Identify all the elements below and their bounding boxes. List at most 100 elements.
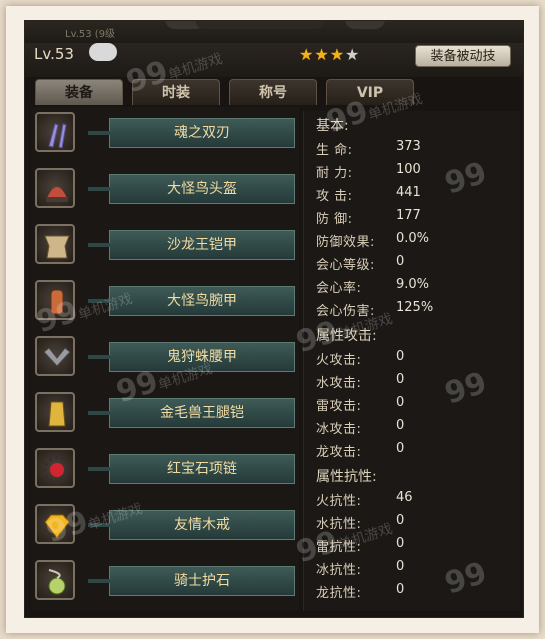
equipment-name[interactable]: 红宝石项链: [88, 454, 295, 484]
stats-panel: 基本: 生 命: 373 耐 力: 100 攻 击: 441 防 御: 177 防御效果: 0.0%…: [303, 111, 520, 611]
stat-value: 0: [396, 349, 405, 364]
stat-row: 雷攻击: 0: [316, 395, 516, 415]
stat-row: 火抗性: 46: [316, 490, 516, 510]
stat-value: 0: [396, 372, 405, 387]
section-title: 属性抗性:: [316, 469, 377, 485]
stat-label: 防御效果:: [316, 235, 375, 250]
stat-value: 100: [396, 162, 421, 177]
equipment-name[interactable]: 魂之双刃: [88, 118, 295, 148]
stat-row: 会心伤害: 125%: [316, 300, 516, 320]
stat-value: 0: [396, 582, 405, 597]
equipment-name[interactable]: 沙龙王铠甲: [88, 230, 295, 260]
equipment-name[interactable]: 金毛兽王腿铠: [88, 398, 295, 428]
section-title: 属性攻击:: [316, 328, 377, 344]
stat-row: 火攻击: 0: [316, 349, 516, 369]
ring-icon[interactable]: [35, 504, 75, 544]
stat-row: 龙抗性: 0: [316, 582, 516, 602]
stat-label: 防 御:: [316, 212, 353, 227]
stat-label: 龙攻击:: [316, 445, 362, 460]
leg-armor-icon[interactable]: [35, 392, 75, 432]
equipment-slot[interactable]: 鬼狩蛛腰甲: [31, 333, 299, 383]
stat-label: 攻 击:: [316, 189, 353, 204]
stat-value: 0: [396, 395, 405, 410]
section-title: 基本:: [316, 118, 349, 134]
equipment-slot[interactable]: 友情木戒: [31, 501, 299, 551]
stat-label: 生 命:: [316, 143, 353, 158]
equipment-list: 魂之双刃大怪鸟头盔沙龙王铠甲大怪鸟腕甲鬼狩蛛腰甲金毛兽王腿铠 红宝石项链友情木戒骑…: [31, 107, 299, 611]
tab-bar: 装备 时装 称号 VIP: [25, 79, 523, 107]
stat-value: 177: [396, 208, 421, 223]
stat-row: 耐 力: 100: [316, 162, 516, 182]
stat-row: 冰攻击: 0: [316, 418, 516, 438]
equipment-slot[interactable]: 红宝石项链: [31, 445, 299, 495]
player-level: Lv.53: [34, 45, 74, 63]
stat-label: 火抗性:: [316, 494, 362, 509]
equipment-slot[interactable]: 骑士护石: [31, 557, 299, 607]
stat-value: 0: [396, 441, 405, 456]
equipment-passive-button[interactable]: 装备被动技: [415, 45, 511, 67]
star-filled-icon: ★: [329, 45, 346, 64]
equipment-name[interactable]: 骑士护石: [88, 566, 295, 596]
star-filled-icon: ★: [299, 45, 315, 64]
stat-row: 生 命: 373: [316, 139, 516, 159]
tab-1[interactable]: 时装: [132, 79, 220, 105]
stat-label: 龙抗性:: [316, 586, 362, 601]
game-window: Lv.53 (9级 Lv.53 ★★★★ 装备被动技 装备 时装 称号 VIP 魂之双…: [24, 20, 524, 618]
stat-row: 攻 击: 441: [316, 185, 516, 205]
equipment-slot[interactable]: 魂之双刃: [31, 109, 299, 159]
stat-value: 9.0%: [396, 277, 430, 292]
stat-label: 水攻击:: [316, 376, 362, 391]
equipment-name[interactable]: 友情木戒: [88, 510, 295, 540]
stat-row: 龙攻击: 0: [316, 441, 516, 461]
stat-label: 雷抗性:: [316, 540, 362, 555]
stat-value: 373: [396, 139, 421, 154]
stat-label: 冰攻击:: [316, 422, 362, 437]
stat-value: 0.0%: [396, 231, 430, 246]
stat-row: 水抗性: 0: [316, 513, 516, 533]
stat-value: 441: [396, 185, 421, 200]
twin-blades-icon[interactable]: [35, 112, 75, 152]
stat-label: 会心率:: [316, 281, 362, 296]
equipment-slot[interactable]: 大怪鸟头盔: [31, 165, 299, 215]
equipment-slot[interactable]: 沙龙王铠甲: [31, 221, 299, 271]
tab-3[interactable]: VIP: [326, 79, 414, 105]
stat-value: 0: [396, 254, 405, 269]
equipment-name[interactable]: 大怪鸟头盔: [88, 174, 295, 204]
blurred-player-name: [89, 43, 117, 61]
stat-row: 冰抗性: 0: [316, 559, 516, 579]
necklace-icon[interactable]: [35, 448, 75, 488]
stat-value: 0: [396, 536, 405, 551]
stat-label: 会心等级:: [316, 258, 375, 273]
waist-icon[interactable]: [35, 336, 75, 376]
helmet-icon[interactable]: [35, 168, 75, 208]
tab-2[interactable]: 称号: [229, 79, 317, 105]
tab-0[interactable]: 装备: [35, 79, 123, 105]
equipment-name[interactable]: 大怪鸟腕甲: [88, 286, 295, 316]
star-empty-icon: ★: [345, 45, 361, 64]
stat-label: 冰抗性:: [316, 563, 362, 578]
star-filled-icon: ★: [314, 45, 330, 64]
stat-value: 46: [396, 490, 413, 505]
rating-stars: ★★★★: [299, 45, 360, 64]
stat-label: 火攻击:: [316, 353, 362, 368]
stat-row: 会心等级: 0: [316, 254, 516, 274]
equipment-name[interactable]: 鬼狩蛛腰甲: [88, 342, 295, 372]
armor-icon[interactable]: [35, 224, 75, 264]
stat-row: 防 御: 177: [316, 208, 516, 228]
stat-value: 0: [396, 559, 405, 574]
equipment-slot[interactable]: 金毛兽王腿铠: [31, 389, 299, 439]
equipment-slot[interactable]: 大怪鸟腕甲: [31, 277, 299, 327]
stat-label: 会心伤害:: [316, 304, 375, 319]
stat-value: 125%: [396, 300, 434, 315]
frame-cap: [195, 21, 325, 29]
charm-icon[interactable]: [35, 560, 75, 600]
frame-cap: [345, 21, 385, 29]
stat-row: 水攻击: 0: [316, 372, 516, 392]
bracer-icon[interactable]: [35, 280, 75, 320]
stat-value: 0: [396, 418, 405, 433]
faded-level-text: Lv.53 (9级: [65, 29, 116, 40]
stat-row: 会心率: 9.0%: [316, 277, 516, 297]
stat-label: 雷攻击:: [316, 399, 362, 414]
stat-row: 防御效果: 0.0%: [316, 231, 516, 251]
stat-row: 雷抗性: 0: [316, 536, 516, 556]
